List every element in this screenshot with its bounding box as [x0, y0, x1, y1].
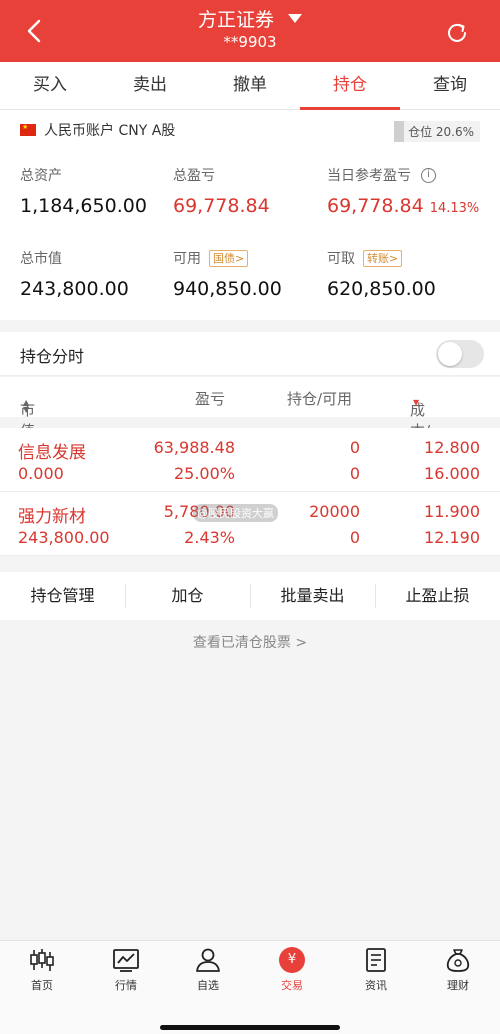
intraday-label: 持仓分时: [20, 347, 85, 366]
home-indicator[interactable]: [160, 1025, 340, 1030]
tab-holdings[interactable]: 持仓: [300, 62, 400, 110]
nav-home[interactable]: 首页: [12, 947, 72, 993]
stock-available: 0: [349, 528, 360, 547]
chart-icon: [113, 949, 139, 972]
available-funds: 可用 国债> 940,850.00: [173, 248, 282, 300]
market-value-label: 总市值: [20, 251, 62, 267]
add-position-button[interactable]: 加仓: [125, 572, 250, 620]
position-ratio-badge: 仓位 20.6%: [394, 121, 480, 142]
batch-sell-button[interactable]: 批量卖出: [250, 572, 375, 620]
holding-row[interactable]: 强力新材 243,800.00 5,780.00 2.43% 20000 0 1…: [0, 492, 500, 556]
trade-tabs: 买入 卖出 撤单 持仓 查询: [0, 62, 500, 110]
stock-market-value: 0.000: [18, 464, 64, 483]
total-pl: 总盈亏 69,778.84: [173, 165, 270, 217]
stock-price: 12.190: [424, 528, 480, 547]
market-value-value: 243,800.00: [20, 278, 129, 300]
total-pl-label: 总盈亏: [173, 168, 215, 184]
nav-watchlist[interactable]: 自选: [178, 947, 238, 993]
candlestick-icon: [30, 949, 54, 971]
withdrawable-funds: 可取 转账> 620,850.00: [327, 248, 436, 300]
holdings-column-header: 市值▲▼ 盈亏 持仓/可用 成本/现价▼: [0, 377, 500, 482]
nav-market-label: 行情: [115, 979, 137, 992]
withdrawable-value: 620,850.00: [327, 278, 436, 300]
watermark-overlay: @股民股资大赢: [193, 504, 278, 522]
col-position: 持仓/可用: [287, 390, 353, 408]
toggle-knob: [438, 342, 462, 366]
holdings-actions: 持仓管理 加仓 批量卖出 止盈止损: [0, 572, 500, 620]
withdrawable-label: 可取: [327, 251, 355, 267]
nav-news-label: 资讯: [365, 979, 387, 992]
money-bag-icon: [446, 949, 470, 972]
tab-query[interactable]: 查询: [400, 62, 500, 109]
account-summary: 人民币账户 CNY A股 仓位 20.6% 总资产 1,184,650.00 总…: [0, 110, 500, 320]
available-value: 940,850.00: [173, 278, 282, 300]
manage-holdings-button[interactable]: 持仓管理: [0, 572, 125, 620]
nav-trade[interactable]: ¥ 交易: [262, 947, 322, 993]
stock-pl-percent: 2.43%: [184, 528, 235, 547]
nav-watchlist-label: 自选: [197, 979, 219, 992]
person-icon: [196, 948, 220, 972]
sort-desc-icon: ▼: [413, 398, 420, 407]
col-pl: 盈亏: [195, 390, 226, 408]
available-label: 可用: [173, 251, 201, 267]
intraday-section: 持仓分时: [0, 332, 500, 376]
daily-pl: 当日参考盈亏 i 69,778.84 14.13%: [327, 165, 479, 217]
stock-market-value: 243,800.00: [18, 528, 110, 547]
account-switcher[interactable]: 方正证券 **9903: [0, 8, 500, 52]
nav-wealth[interactable]: 理财: [428, 947, 488, 993]
account-currency-line: 人民币账户 CNY A股: [20, 120, 175, 140]
nav-market[interactable]: 行情: [96, 947, 156, 993]
nav-news[interactable]: 资讯: [346, 947, 406, 993]
stock-name: 信息发展: [18, 443, 86, 463]
info-icon[interactable]: i: [421, 167, 436, 183]
account-currency-label: 人民币账户 CNY A股: [44, 123, 176, 139]
view-cleared-stocks-link[interactable]: 查看已清仓股票 >: [0, 632, 500, 652]
stock-cost: 11.900: [424, 502, 480, 521]
stock-cost: 12.800: [424, 438, 480, 457]
total-assets-label: 总资产: [20, 168, 62, 184]
stock-position: 0: [349, 438, 360, 457]
total-assets-value: 1,184,650.00: [20, 195, 147, 217]
broker-title: 方正证券: [197, 9, 274, 31]
holdings-list: 信息发展 0.000 63,988.48 25.00% 0 0 12.800 1…: [0, 428, 500, 556]
market-value: 总市值 243,800.00: [20, 248, 129, 300]
account-number: **9903: [223, 33, 277, 51]
daily-pl-percent: 14.13%: [429, 201, 480, 216]
yuan-icon: ¥: [279, 947, 305, 973]
tab-buy[interactable]: 买入: [0, 62, 100, 109]
treasury-bond-link[interactable]: 国债>: [209, 249, 249, 267]
stock-pl-percent: 25.00%: [173, 464, 235, 483]
sort-icon: ▲ ▼: [23, 398, 30, 414]
transfer-link[interactable]: 转账>: [363, 249, 403, 267]
stock-position: 20000: [309, 502, 360, 521]
nav-wealth-label: 理财: [447, 979, 469, 992]
stock-name: 强力新材: [18, 507, 86, 527]
tab-sell[interactable]: 卖出: [100, 62, 200, 109]
stock-available: 0: [349, 464, 360, 483]
bottom-navigation: 首页 行情 自选 ¥ 交易 资讯 理财: [0, 940, 500, 1034]
stock-pl: 63,988.48: [153, 438, 235, 457]
document-icon: [366, 948, 386, 972]
total-pl-value: 69,778.84: [173, 195, 270, 217]
tab-cancel-order[interactable]: 撤单: [200, 62, 300, 109]
app-header: 方正证券 **9903: [0, 0, 500, 62]
stock-price: 16.000: [424, 464, 480, 483]
daily-pl-value: 69,778.84: [327, 195, 424, 217]
total-assets: 总资产 1,184,650.00: [20, 165, 147, 217]
dropdown-caret-icon[interactable]: [288, 14, 302, 23]
holding-row[interactable]: 信息发展 0.000 63,988.48 25.00% 0 0 12.800 1…: [0, 428, 500, 492]
refresh-icon[interactable]: [444, 20, 470, 46]
take-profit-stop-loss-button[interactable]: 止盈止损: [375, 572, 500, 620]
daily-pl-label: 当日参考盈亏: [327, 168, 411, 184]
intraday-toggle[interactable]: [436, 340, 484, 368]
nav-trade-label: 交易: [281, 979, 303, 992]
china-flag-icon: [20, 123, 36, 136]
nav-home-label: 首页: [31, 979, 53, 992]
